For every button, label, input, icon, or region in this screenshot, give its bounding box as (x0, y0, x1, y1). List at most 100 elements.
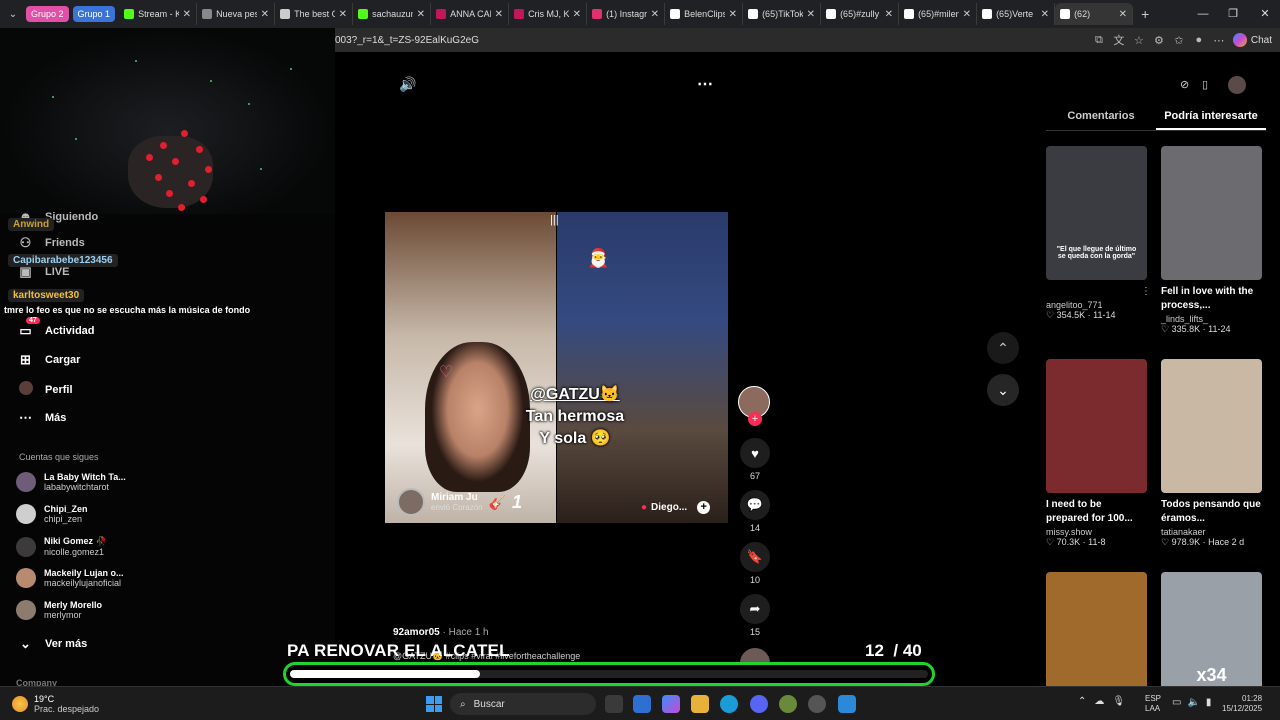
light-dot (178, 204, 185, 211)
new-tab-button[interactable]: + (1141, 6, 1149, 22)
browser-tab[interactable]: (62) ✕ (1055, 3, 1134, 25)
video-player[interactable]: ♡ 🎅 ||| @GATZU🐱 Tan hermosa Y sola 🥺 Mir… (385, 212, 728, 523)
following-account[interactable]: La Baby Witch Ta... lababywitchtarot (16, 472, 126, 492)
browser-tab[interactable]: BelenClips ✕ (665, 3, 744, 25)
recommended-video-card[interactable]: "El que llegue de último se queda con la… (1046, 146, 1151, 321)
favorite-star-icon[interactable]: ☆ (1129, 34, 1149, 47)
nav-actividad[interactable]: ▭ 47 Actividad (18, 317, 95, 339)
tab-comentarios[interactable]: Comentarios (1046, 110, 1156, 130)
tab-favicon-icon (904, 9, 915, 19)
browser-tab[interactable]: Nueva pest✕ (197, 3, 276, 25)
minimize-icon[interactable]: — (1188, 0, 1218, 28)
maximize-icon[interactable]: ❐ (1218, 0, 1248, 28)
tab-group-1[interactable]: Grupo 1 (72, 6, 116, 22)
see-more-button[interactable]: ⌄ Ver más (18, 636, 87, 652)
chevron-up-icon[interactable]: ⌃ (1078, 696, 1086, 707)
nav-cargar[interactable]: ⊞ Cargar (18, 352, 80, 368)
weather-widget[interactable]: 19°C Prac. despejado (12, 694, 99, 714)
save-button[interactable]: 🔖 10 (738, 542, 772, 585)
copilot-chat-button[interactable]: Chat (1232, 33, 1272, 47)
tab-actions-chevron-icon[interactable]: ⌄ (0, 9, 26, 20)
close-tab-icon[interactable]: ✕ (885, 9, 893, 20)
obs-icon[interactable] (808, 695, 826, 713)
store-icon[interactable] (633, 695, 651, 713)
following-account[interactable]: Merly Morello merlymor (16, 600, 102, 620)
browser-tab[interactable]: Cris MJ, Ka✕ (509, 3, 588, 25)
app-icon[interactable] (838, 695, 856, 713)
close-tab-icon[interactable]: ✕ (1119, 9, 1127, 20)
previous-video-button[interactable]: ⌃ (987, 332, 1019, 364)
more-options-icon[interactable]: ⋯ (697, 74, 713, 94)
device-icon[interactable]: ▯ (1202, 78, 1208, 91)
profile-icon[interactable]: ● (1189, 34, 1209, 46)
tab-group-2[interactable]: Grupo 2 (26, 6, 69, 22)
language-indicator[interactable]: ESP LAA (1145, 694, 1161, 714)
close-window-icon[interactable]: ✕ (1250, 0, 1280, 28)
close-tab-icon[interactable]: ✕ (651, 9, 659, 20)
avatar[interactable] (1228, 76, 1246, 94)
close-tab-icon[interactable]: ✕ (339, 9, 347, 20)
close-tab-icon[interactable]: ✕ (963, 9, 971, 20)
address-bar[interactable]: 003?_r=1&_t=ZS-92EalKuG2eG ⧉ 文 ☆ ⚙ ✩ ● ⋯… (335, 28, 1280, 52)
follow-plus-icon[interactable]: + (697, 501, 711, 514)
start-windows-icon[interactable] (426, 696, 442, 712)
close-tab-icon[interactable]: ✕ (261, 9, 269, 20)
favorites-icon[interactable]: ✩ (1169, 34, 1189, 47)
system-tray[interactable]: ⌃ ☁ 🎙 (1078, 696, 1125, 707)
close-tab-icon[interactable]: ✕ (729, 9, 737, 20)
following-account[interactable]: Niki Gomez 🥀 nicolle.gomez1 (16, 536, 107, 557)
following-account[interactable]: Mackeily Lujan o... mackeilylujanoficial (16, 568, 124, 588)
task-view-icon[interactable] (605, 695, 623, 713)
recommended-video-card[interactable]: Todos pensando que éramos... tatianakaer ♡… (1161, 359, 1262, 548)
browser-tab[interactable]: (65)TikTok ✕ (743, 3, 822, 25)
follow-creator-icon[interactable]: + (748, 412, 762, 426)
nav-perfil[interactable]: Perfil (18, 381, 73, 398)
share-button[interactable]: ➦ 15 (738, 594, 772, 637)
menu-dots-icon[interactable]: ⋯ (1209, 34, 1229, 47)
close-tab-icon[interactable]: ✕ (417, 9, 425, 20)
quick-settings[interactable]: ▭ 🔈 ▮ (1172, 697, 1211, 708)
browser-tab[interactable]: (65)#zully ✕ (821, 3, 900, 25)
next-video-button[interactable]: ⌄ (987, 374, 1019, 406)
recommended-video-card[interactable]: Fell in love with the process,... _linds_… (1161, 146, 1262, 335)
clock[interactable]: 01:28 15/12/2025 (1222, 694, 1262, 714)
close-tab-icon[interactable]: ✕ (495, 9, 503, 20)
recommended-video-card[interactable]: I need to be prepared for 100... missy.sh… (1046, 359, 1147, 548)
discord-icon[interactable] (750, 695, 768, 713)
translate-icon[interactable]: 文 (1109, 32, 1129, 48)
nav-friends[interactable]: ⚇ Friends (18, 235, 85, 251)
edge-icon[interactable] (720, 695, 738, 713)
browser-tab[interactable]: ANNA CAR✕ (431, 3, 510, 25)
nav-mas[interactable]: ⋯ Más (18, 410, 66, 426)
browser-tab[interactable]: (65)Verte ✕ (977, 3, 1056, 25)
copilot-app-icon[interactable] (662, 695, 680, 713)
file-explorer-icon[interactable] (691, 695, 709, 713)
like-button[interactable]: ♥ 67 (738, 438, 772, 481)
close-tab-icon[interactable]: ✕ (807, 9, 815, 20)
following-account[interactable]: Chipi_Zen chipi_zen (16, 504, 88, 524)
open-external-icon[interactable]: ⧉ (1089, 34, 1109, 47)
taskbar-search[interactable]: ⌕ Buscar (450, 693, 596, 715)
comment-button[interactable]: 💬 14 (738, 490, 772, 533)
heart-outline-icon: ♡ (1046, 537, 1057, 547)
close-tab-icon[interactable]: ✕ (183, 9, 191, 20)
browser-tab[interactable]: (1) Instagra✕ (587, 3, 666, 25)
tab-favicon-icon (202, 9, 213, 19)
extensions-icon[interactable]: ⚙ (1149, 34, 1169, 47)
volume-icon[interactable]: 🔊 (399, 76, 416, 93)
microphone-icon[interactable]: 🎙 (1112, 696, 1125, 707)
compass-icon[interactable]: ⊘ (1180, 78, 1189, 91)
card-menu-icon[interactable]: ⋮ (1141, 286, 1151, 297)
close-tab-icon[interactable]: ✕ (1041, 9, 1049, 20)
browser-tab[interactable]: (65)#milen ✕ (899, 3, 978, 25)
close-tab-icon[interactable]: ✕ (573, 9, 581, 20)
app-icon[interactable] (779, 695, 797, 713)
video-author[interactable]: 92amor05 · Hace 1 h (393, 627, 489, 638)
webcam-overlay (0, 28, 335, 214)
browser-tab[interactable]: Stream - K ✕ (119, 3, 198, 25)
browser-tab[interactable]: The best C ✕ (275, 3, 354, 25)
tab-podria-interesarte[interactable]: Podría interesarte (1156, 110, 1266, 130)
onedrive-icon[interactable]: ☁ (1094, 696, 1104, 707)
url-text[interactable]: 003?_r=1&_t=ZS-92EalKuG2eG (335, 35, 1089, 46)
browser-tab[interactable]: sachauzum✕ (353, 3, 432, 25)
